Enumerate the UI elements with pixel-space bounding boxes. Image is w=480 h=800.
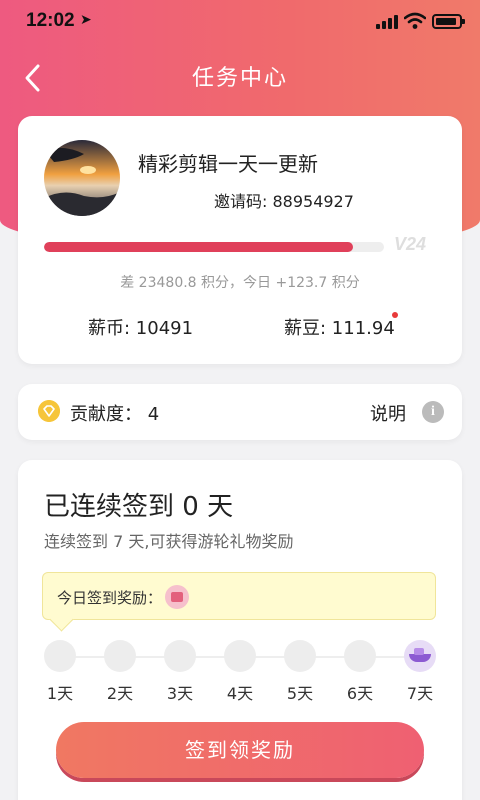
explain-link[interactable]: 说明 [370,400,406,426]
day-item-1: 1天 [43,640,77,704]
gift-icon [165,585,189,609]
checkin-subtitle: 连续签到 7 天,可获得游轮礼物奖励 [44,532,294,551]
day-label: 6天 [346,684,374,703]
notification-dot [392,312,398,318]
contribution-label: 贡献度： 4 [70,404,160,425]
day-label: 4天 [226,684,254,703]
checkin-title: 已连续签到 0 天 [44,492,234,522]
avatar-image [44,140,120,216]
day-item-2: 2天 [103,640,137,704]
day-circle [224,640,256,672]
wifi-icon [404,12,426,29]
day-circle [344,640,376,672]
level-progress-fill [44,242,354,252]
day-label: 1天 [46,684,74,703]
day-circle [104,640,136,672]
day-label: 2天 [106,684,134,703]
points-progress-text: 差 23480.8 积分，今日 +123.7 积分 [120,275,360,291]
profile-card: 精彩剪辑一天一更新 邀请码: 88954927 V24 差 23480.8 积分… [18,116,462,364]
avatar[interactable] [44,140,120,216]
status-time: 12:02 [26,10,75,31]
location-arrow-icon: ➤ [80,12,92,28]
bean-balance[interactable]: 薪豆: 111.94 [284,314,395,340]
day-circle [44,640,76,672]
checkin-button[interactable]: 签到领奖励 [56,722,424,778]
today-reward-label: 今日签到奖励： [57,589,163,607]
contribution-card: 贡献度： 4 说明 i [18,384,462,440]
day-label: 3天 [166,684,194,703]
day-label: 7天 [406,684,434,703]
day-circle [164,640,196,672]
today-reward-tooltip: 今日签到奖励： [42,572,436,620]
day-item-3: 3天 [163,640,197,704]
vip-level-badge: V24 [394,234,427,254]
battery-icon [432,14,465,29]
day-item-7: 7天 [403,640,437,704]
page-title: 任务中心 [191,66,288,91]
diamond-icon [38,400,60,422]
checkin-card: 已连续签到 0 天 连续签到 7 天,可获得游轮礼物奖励 今日签到奖励： 1天 … [18,460,462,800]
day-label: 5天 [286,684,314,703]
info-icon[interactable]: i [422,401,444,423]
day-item-5: 5天 [283,640,317,704]
status-bar: 12:02 ➤ [0,0,480,44]
coin-balance[interactable]: 薪币: 10491 [88,314,193,340]
level-progress-bar [44,242,384,252]
profile-name: 精彩剪辑一天一更新 [138,152,318,176]
day-item-6: 6天 [343,640,377,704]
cruise-ship-icon [404,640,436,672]
invite-code[interactable]: 邀请码: 88954927 [214,188,354,212]
signal-icon [376,15,402,29]
day-item-4: 4天 [223,640,257,704]
day-circle [284,640,316,672]
